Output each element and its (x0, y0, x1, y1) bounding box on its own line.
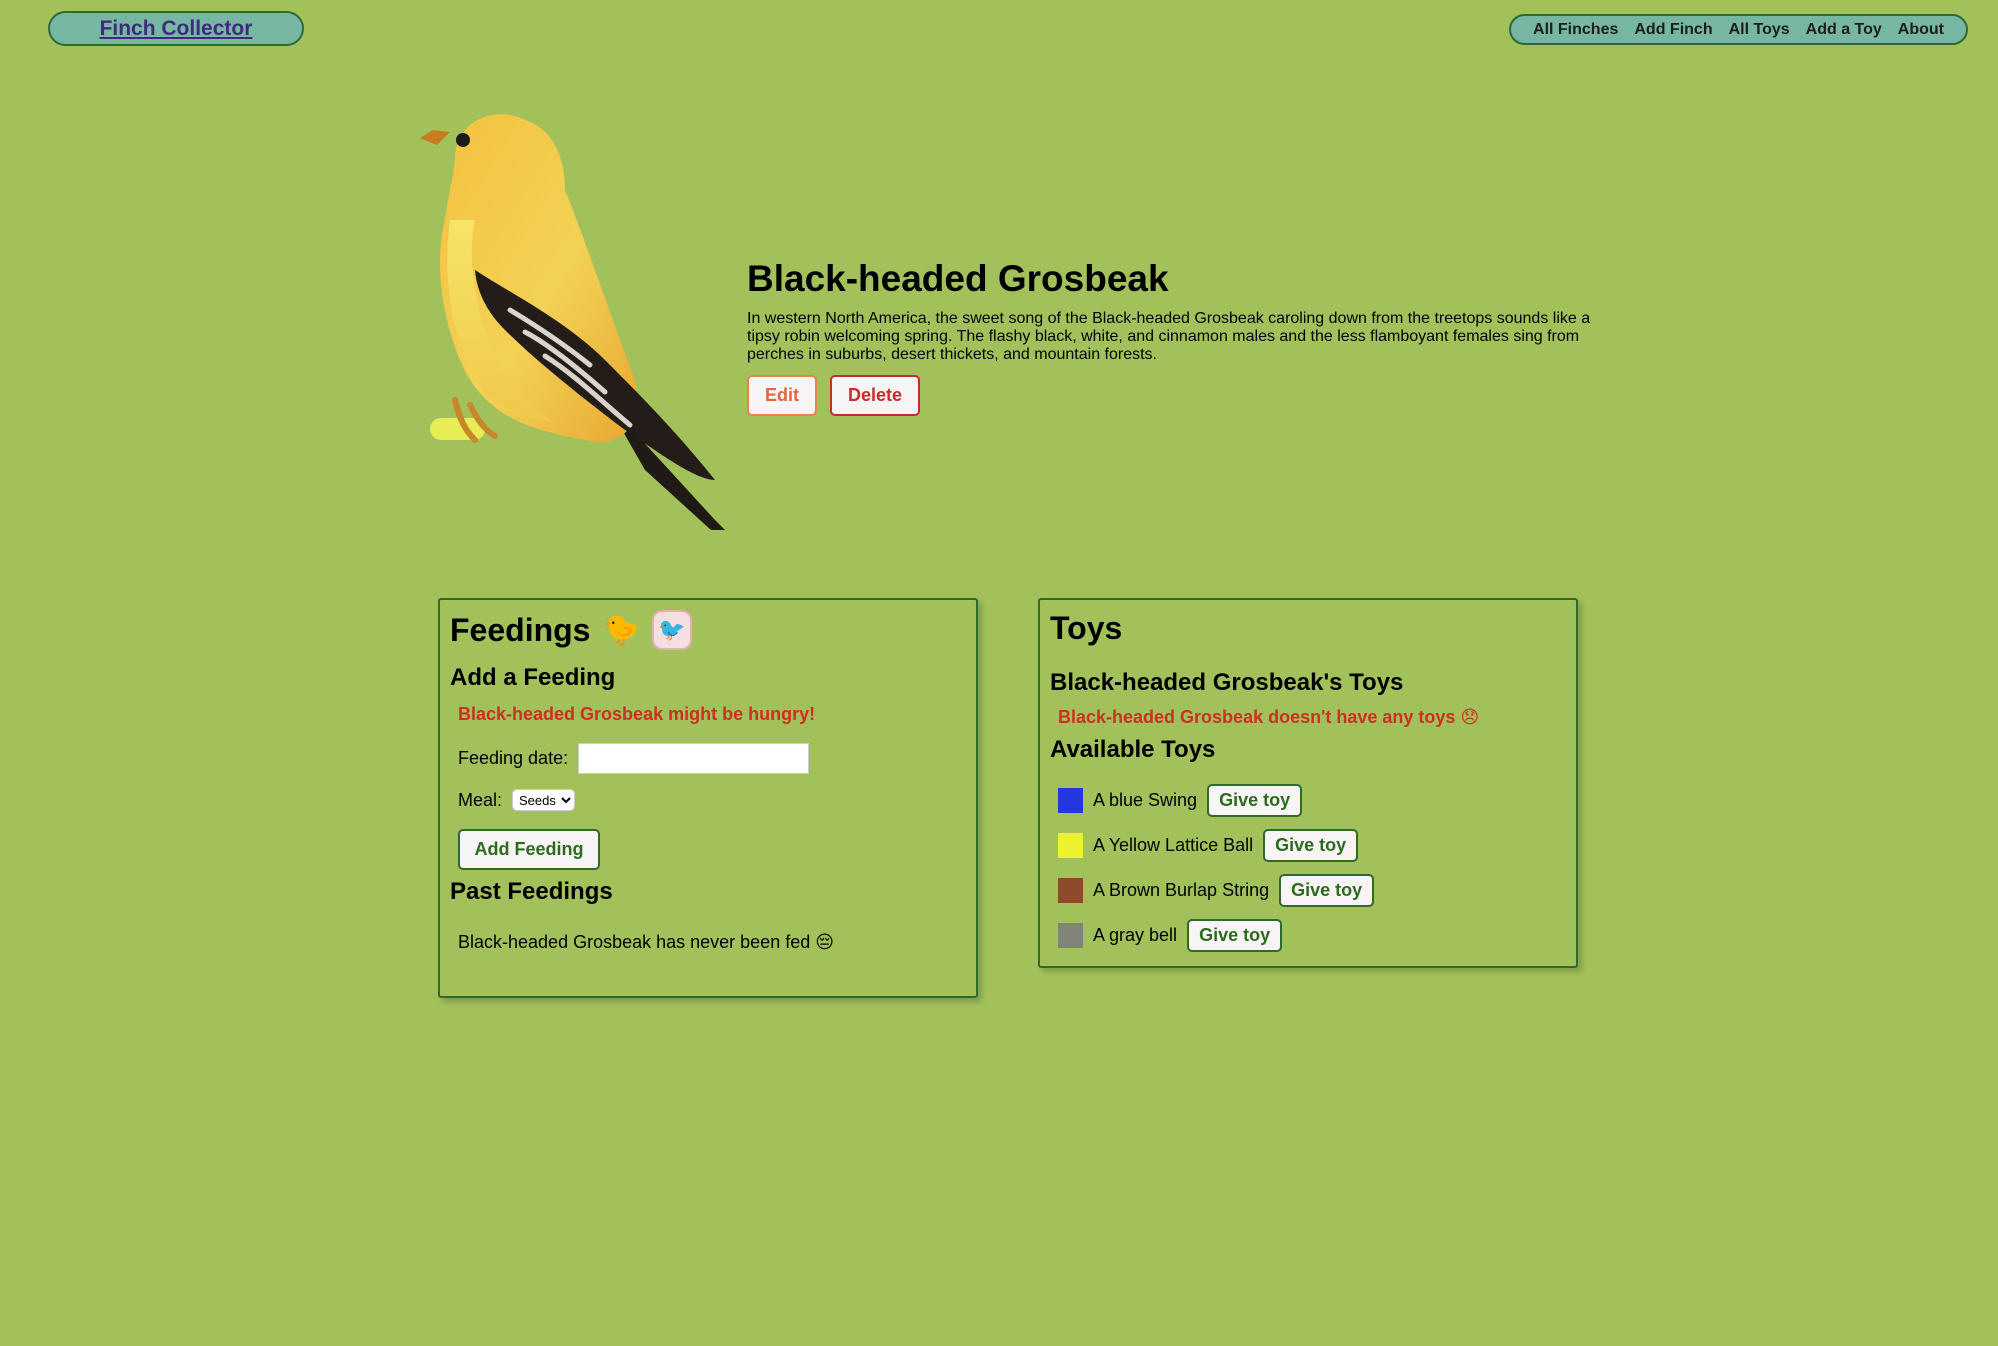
bird-emoji-icon: 🐤 (602, 613, 640, 647)
nav-about[interactable]: About (1898, 21, 1944, 39)
give-toy-button[interactable]: Give toy (1263, 829, 1359, 862)
toy-name: A Yellow Lattice Ball (1093, 835, 1254, 855)
give-toy-button[interactable]: Give toy (1187, 919, 1283, 952)
meal-row: Meal: Seeds (458, 789, 966, 811)
available-toys-list: A blue Swing Give toy A Yellow Lattice B… (1050, 778, 1566, 958)
feeding-date-row: Feeding date: (458, 743, 966, 774)
hungry-message: Black-headed Grosbeak might be hungry! (458, 704, 816, 724)
finch-image (420, 114, 725, 530)
give-toy-button[interactable]: Give toy (1279, 874, 1375, 907)
finch-actions: Edit Delete (747, 375, 1627, 416)
toy-name: A gray bell (1093, 925, 1178, 945)
nav-all-finches[interactable]: All Finches (1533, 21, 1618, 39)
top-nav: All Finches Add Finch All Toys Add a Toy… (1509, 14, 1968, 45)
add-feeding-heading: Add a Feeding (450, 664, 616, 691)
feeding-date-input[interactable] (578, 743, 810, 774)
nav-all-toys[interactable]: All Toys (1729, 21, 1790, 39)
toy-name: A Brown Burlap String (1093, 880, 1270, 900)
owned-toys-heading: Black-headed Grosbeak's Toys (1050, 669, 1404, 696)
toy-color-swatch (1058, 833, 1083, 858)
give-toy-button[interactable]: Give toy (1207, 784, 1303, 817)
meal-label: Meal: (458, 789, 503, 810)
nav-add-a-toy[interactable]: Add a Toy (1806, 21, 1882, 39)
toy-name: A blue Swing (1093, 790, 1198, 810)
toys-title: Toys (1050, 610, 1123, 646)
finch-description: In western North America, the sweet song… (747, 310, 1591, 363)
finch-detail: Black-headed Grosbeak In western North A… (747, 258, 1627, 416)
toy-row: A Yellow Lattice Ball Give toy (1058, 823, 1566, 868)
brand-link[interactable]: Finch Collector (100, 17, 253, 41)
brand-pill: Finch Collector (48, 11, 304, 46)
feedings-card: Feedings 🐤 🐦 Add a Feeding Black-headed … (438, 598, 978, 998)
toy-color-swatch (1058, 878, 1083, 903)
toy-color-swatch (1058, 788, 1083, 813)
toy-row: A blue Swing Give toy (1058, 778, 1566, 823)
available-toys-heading: Available Toys (1050, 736, 1216, 763)
feedings-heading: Feedings 🐤 🐦 (450, 610, 966, 650)
delete-button[interactable]: Delete (830, 375, 920, 416)
toy-color-swatch (1058, 923, 1083, 948)
toy-row: A Brown Burlap String Give toy (1058, 868, 1566, 913)
finch-name: Black-headed Grosbeak (747, 258, 1169, 299)
edit-button[interactable]: Edit (747, 375, 817, 416)
nav-add-finch[interactable]: Add Finch (1634, 21, 1712, 39)
bird-picture-icon: 🐦 (651, 610, 692, 650)
meal-select[interactable]: Seeds (512, 789, 576, 811)
past-feedings-empty: Black-headed Grosbeak has never been fed… (458, 932, 834, 952)
past-feedings-heading: Past Feedings (450, 878, 613, 905)
owned-toys-empty: Black-headed Grosbeak doesn't have any t… (1058, 707, 1480, 727)
toys-card: Toys Black-headed Grosbeak's Toys Black-… (1038, 598, 1578, 968)
add-feeding-button[interactable]: Add Feeding (458, 829, 600, 870)
toy-row: A gray bell Give toy (1058, 913, 1566, 958)
feedings-title: Feedings (450, 611, 591, 648)
feeding-date-label: Feeding date: (458, 748, 569, 768)
